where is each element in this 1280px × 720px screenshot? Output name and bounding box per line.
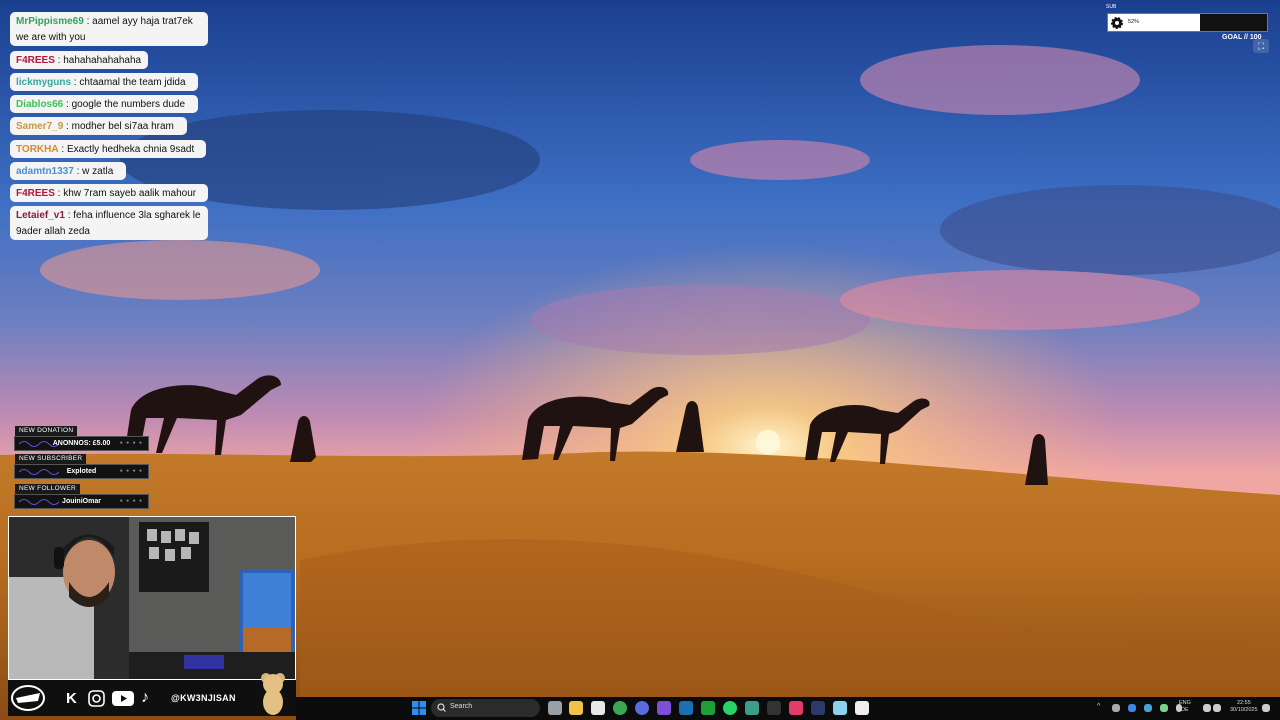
tiktok-icon[interactable]: ♪ (141, 689, 149, 707)
steam-icon[interactable] (679, 701, 693, 715)
instagram-icon[interactable] (88, 690, 105, 707)
webcam-image (9, 517, 295, 679)
media-icon[interactable] (789, 701, 803, 715)
chat-username: TORKHA (16, 144, 59, 155)
tray-icon[interactable] (1144, 704, 1152, 712)
chat-username: adamtn1337 (16, 166, 74, 177)
chat-username: MrPippisme69 (16, 16, 84, 27)
chat-message: MrPippisme69 : aamel ayy haja trat7ek we… (10, 12, 208, 46)
dots-decoration: ● ● ● ● (119, 440, 143, 446)
store-icon[interactable] (591, 701, 605, 715)
clock-time: 22:55 (1237, 700, 1251, 706)
webcam-feed (8, 516, 296, 680)
chat-message: adamtn1337 : w zatla (10, 162, 126, 180)
tray-icon[interactable] (1112, 704, 1120, 712)
windows-start-icon[interactable] (412, 701, 426, 715)
language-top: ENG (1179, 700, 1191, 706)
chat-message: Diablos66 : google the numbers dude (10, 95, 198, 113)
app-icon[interactable] (811, 701, 825, 715)
browser-icon[interactable] (635, 701, 649, 715)
task-view-icon[interactable] (548, 701, 562, 715)
bluetooth-icon[interactable] (1128, 704, 1136, 712)
windows-taskbar: Search ^ ENG DE 22:55 30/10/2025 (296, 697, 1280, 720)
chat-username: Samer7_9 (16, 121, 64, 132)
app-icon[interactable] (745, 701, 759, 715)
notification-icon[interactable] (1262, 704, 1270, 712)
chat-username: F4REES (16, 188, 55, 199)
chat-username: Letaief_v1 (16, 210, 65, 221)
capcut-icon[interactable] (855, 701, 869, 715)
dots-decoration: ● ● ● ● (119, 468, 143, 474)
dots-decoration: ● ● ● ● (119, 498, 143, 504)
chat-message: F4REES : khw 7ram sayeb aalik mahour (10, 184, 208, 202)
chat-username: F4REES (16, 55, 55, 66)
chat-text: google the numbers dude (71, 99, 186, 110)
chat-message: Samer7_9 : modher bel si7aa hram (10, 117, 187, 135)
chat-message: lickmyguns : chtaamal the team jdida (10, 73, 198, 91)
tray-icon[interactable] (1160, 704, 1168, 712)
clock-date: 30/10/2025 (1230, 707, 1258, 713)
xbox-icon[interactable] (701, 701, 715, 715)
donation-label: NEW DONATION (15, 426, 78, 436)
gear-icon (1111, 17, 1123, 29)
donation-box: ANONNOS: £5.00 ● ● ● ● (14, 436, 149, 451)
teddy-bear-sticker (261, 673, 285, 715)
chat-text: Exactly hedheka chnia 9sadt (66, 144, 195, 155)
sub-goal-label: SUB (1106, 4, 1117, 10)
chat-text: khw 7ram sayeb aalik mahour (63, 188, 197, 199)
volume-icon[interactable] (1213, 704, 1221, 712)
taskbar-search-box[interactable]: Search (431, 699, 540, 717)
kick-icon[interactable]: K (66, 691, 77, 706)
expand-icon[interactable]: ⛶ (1253, 39, 1269, 53)
chat-message: Letaief_v1 : feha influence 3la sgharek … (10, 206, 208, 240)
chrome-icon[interactable] (613, 701, 627, 715)
tray-chevron-icon[interactable]: ^ (1097, 703, 1100, 710)
search-placeholder: Search (450, 703, 473, 710)
chat-text: w zatla (82, 166, 114, 177)
youtube-icon[interactable] (112, 691, 134, 706)
chat-text: chtaamal the team jdida (79, 77, 186, 88)
discord-icon[interactable] (657, 701, 671, 715)
file-explorer-icon[interactable] (569, 701, 583, 715)
whatsapp-icon[interactable] (723, 701, 737, 715)
obs-icon[interactable] (767, 701, 781, 715)
subscriber-box: Exploted ● ● ● ● (14, 464, 149, 479)
social-bar: K ♪ @KW3NJISAN (8, 673, 296, 716)
subscriber-label: NEW SUBSCRIBER (15, 454, 87, 464)
chat-username: Diablos66 (16, 99, 64, 110)
chat-username: lickmyguns (16, 77, 72, 88)
search-icon (437, 703, 446, 712)
notepad-icon[interactable] (833, 701, 847, 715)
channel-logo-icon (11, 685, 45, 711)
sub-goal-percent: 52% (1128, 19, 1140, 25)
chat-message: TORKHA : Exactly hedheka chnia 9sadt (10, 140, 206, 158)
chat-message: F4REES : hahahahahahaha (10, 51, 148, 69)
sub-goal-bar: 52% (1107, 13, 1268, 32)
chat-text: modher bel si7aa hram (71, 121, 174, 132)
social-handle: @KW3NJISAN (171, 693, 236, 703)
chat-text: hahahahahahaha (63, 55, 142, 66)
follower-box: JouiniOmar ● ● ● ● (14, 494, 149, 509)
follower-label: NEW FOLLOWER (15, 484, 81, 494)
network-icon[interactable] (1203, 704, 1211, 712)
language-bottom: DE (1181, 707, 1189, 713)
